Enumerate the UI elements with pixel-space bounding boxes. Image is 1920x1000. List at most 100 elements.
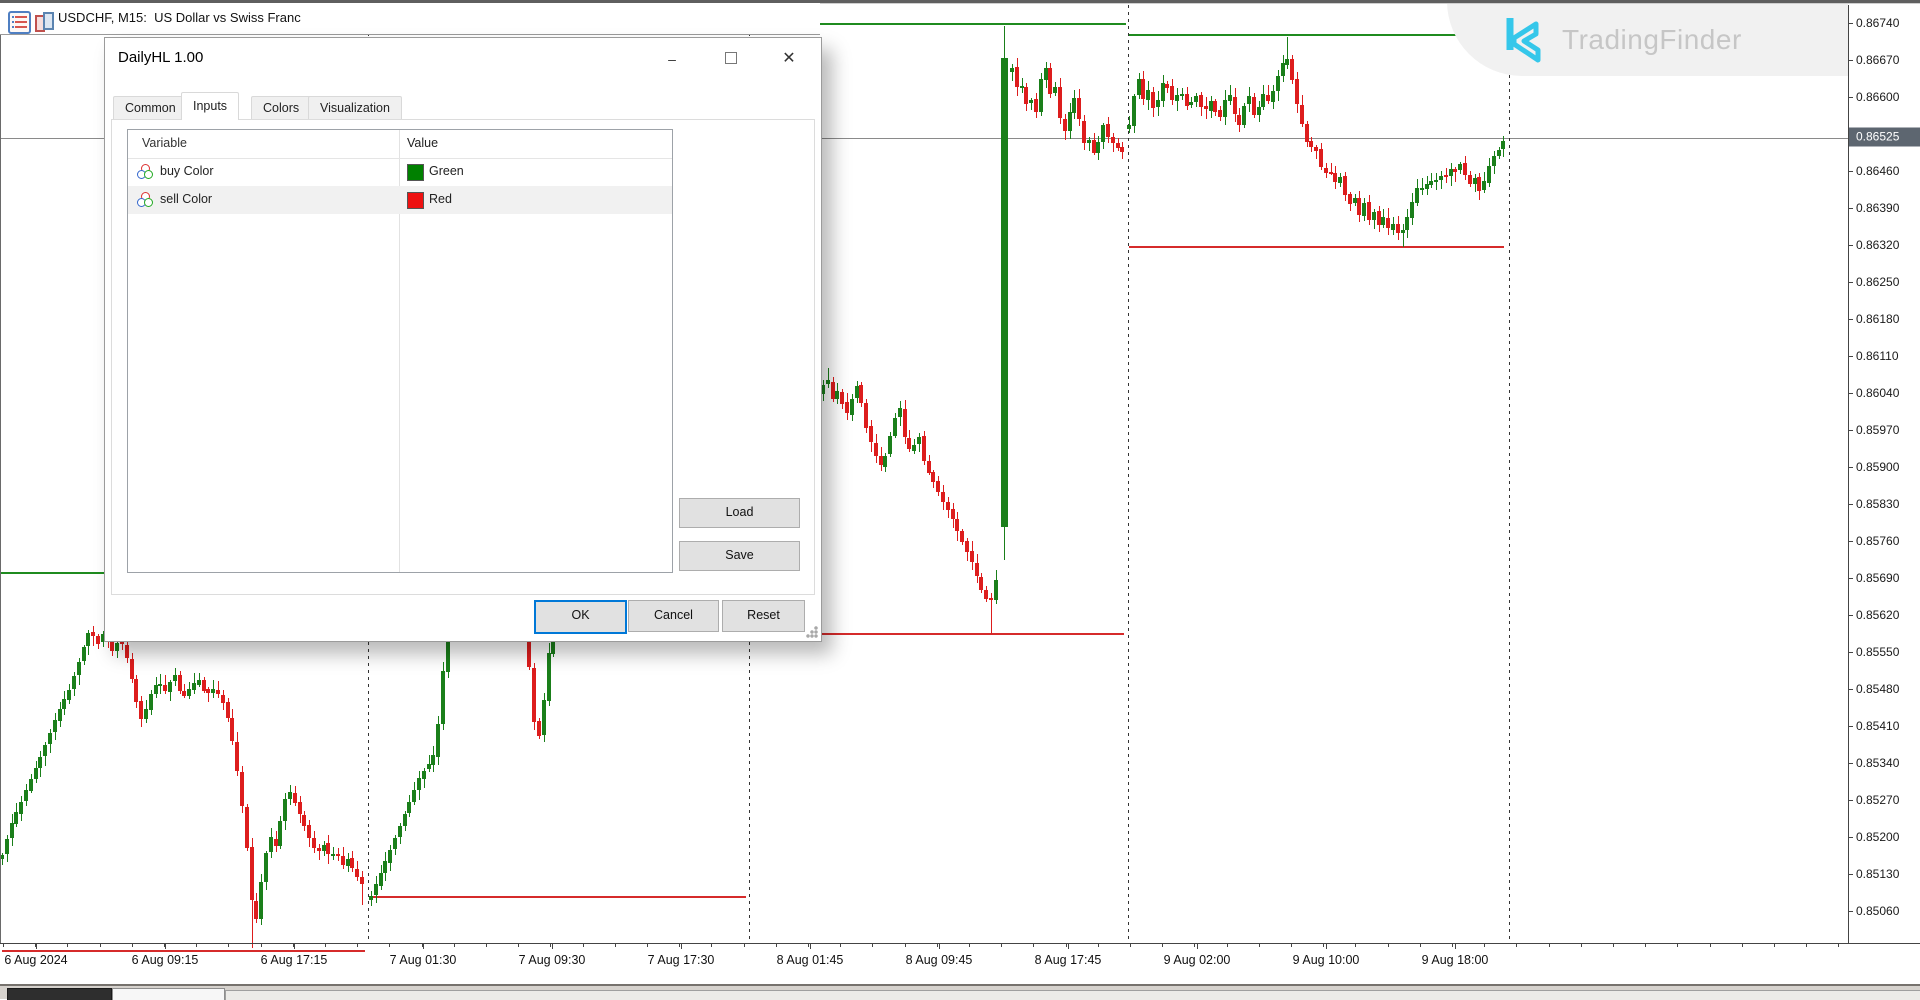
time-axis-minor-tick — [679, 944, 680, 947]
maximize-icon[interactable] — [709, 40, 753, 78]
candle — [250, 847, 254, 900]
candle — [211, 689, 215, 693]
background-window-tab[interactable] — [112, 988, 225, 1000]
candle — [1082, 121, 1086, 143]
candle — [1391, 224, 1395, 230]
candle — [1468, 175, 1472, 184]
time-axis-minor-tick — [872, 944, 873, 947]
tab-common[interactable]: Common — [113, 96, 188, 120]
candle — [1429, 181, 1433, 185]
chart-type-icon[interactable] — [34, 11, 53, 30]
candle — [1285, 59, 1289, 65]
save-button[interactable]: Save — [679, 541, 800, 571]
ok-button[interactable]: OK — [534, 600, 627, 634]
time-axis-minor-tick — [1484, 944, 1485, 947]
candle — [298, 802, 302, 814]
candle — [1362, 203, 1366, 216]
chart-list-icon[interactable] — [8, 11, 31, 34]
candle — [1434, 180, 1438, 182]
candle — [1386, 218, 1390, 228]
variable-column-header: Variable — [142, 136, 187, 150]
candle — [1015, 67, 1019, 87]
candle — [1199, 95, 1203, 107]
candle — [1146, 90, 1150, 100]
time-axis-minor-tick — [969, 944, 970, 947]
candle — [86, 633, 90, 646]
candle — [1170, 86, 1174, 100]
candle — [1276, 76, 1280, 91]
price-axis-label: 0.85480 — [1856, 682, 1899, 696]
price-axis-tick — [1848, 541, 1853, 542]
indicator-settings-dialog[interactable]: DailyHL 1.00 – ✕ Common Inputs Colors Vi… — [104, 37, 822, 642]
candle — [840, 392, 844, 404]
cancel-button[interactable]: Cancel — [628, 600, 719, 632]
variable-name: buy Color — [160, 164, 214, 178]
candle — [1120, 147, 1124, 152]
candle — [144, 709, 148, 719]
time-axis-minor-tick — [1420, 944, 1421, 947]
input-row-sell-color[interactable]: sell ColorRed — [128, 186, 672, 214]
inputs-table[interactable]: Variable Value buy ColorGreensell ColorR… — [127, 129, 673, 573]
candle — [187, 689, 191, 696]
candle — [134, 679, 138, 702]
candle — [1295, 79, 1299, 104]
reset-button[interactable]: Reset — [722, 600, 805, 632]
candle — [1343, 176, 1347, 195]
dialog-title[interactable]: DailyHL 1.00 — [118, 49, 203, 66]
time-axis-label: 7 Aug 09:30 — [519, 953, 586, 967]
tab-colors[interactable]: Colors — [251, 96, 311, 120]
candle-wick — [1441, 171, 1442, 189]
candle — [178, 675, 182, 691]
candle — [1180, 94, 1184, 96]
price-axis-label: 0.85340 — [1856, 756, 1899, 770]
time-axis-minor-tick — [357, 944, 358, 947]
resize-grip[interactable] — [806, 626, 818, 638]
minimize-icon[interactable]: – — [650, 40, 694, 78]
tab-visualization[interactable]: Visualization — [308, 96, 402, 120]
close-icon[interactable]: ✕ — [767, 40, 811, 78]
tab-inputs[interactable]: Inputs — [181, 92, 239, 120]
price-axis-tick — [1848, 171, 1853, 172]
color-type-icon — [137, 164, 153, 180]
price-axis-label: 0.85900 — [1856, 460, 1899, 474]
time-axis-label: 9 Aug 02:00 — [1164, 953, 1231, 967]
daily-low-9aug-line — [1129, 246, 1504, 248]
time-axis-label: 6 Aug 09:15 — [132, 953, 199, 967]
candle — [1305, 124, 1309, 142]
input-row-buy-color[interactable]: buy ColorGreen — [128, 158, 672, 186]
candle — [931, 472, 935, 482]
candle — [542, 700, 546, 735]
candle — [163, 685, 167, 691]
candle — [53, 720, 57, 732]
candle — [1111, 137, 1115, 143]
candle — [1039, 79, 1043, 112]
time-axis-label: 8 Aug 17:45 — [1035, 953, 1102, 967]
time-axis-minor-tick — [840, 944, 841, 947]
candle — [1175, 95, 1179, 101]
candle — [1492, 156, 1496, 166]
time-axis-minor-tick — [1452, 944, 1453, 947]
current-price-tag: 0.86525 — [1849, 128, 1920, 147]
candle — [1453, 169, 1457, 172]
load-button[interactable]: Load — [679, 498, 800, 528]
price-axis-tick — [1848, 208, 1853, 209]
background-window-tab[interactable] — [7, 988, 112, 1000]
candle — [91, 632, 95, 636]
candle — [216, 690, 220, 694]
candle — [293, 793, 297, 803]
time-axis-tick — [1455, 944, 1456, 949]
candle — [1439, 176, 1443, 180]
time-axis-minor-tick — [1001, 944, 1002, 947]
candle — [547, 653, 551, 701]
candle — [1381, 217, 1385, 225]
price-axis-tick — [1848, 800, 1853, 801]
time-axis-minor-tick — [132, 944, 133, 947]
candle — [893, 418, 897, 436]
color-swatch — [407, 164, 424, 181]
time-axis-minor-tick — [1291, 944, 1292, 947]
price-axis-label: 0.86110 — [1856, 349, 1899, 363]
candle — [360, 877, 364, 884]
time-axis-line — [0, 943, 1920, 944]
time-axis-tick — [552, 944, 553, 949]
time-axis-minor-tick — [1549, 944, 1550, 947]
